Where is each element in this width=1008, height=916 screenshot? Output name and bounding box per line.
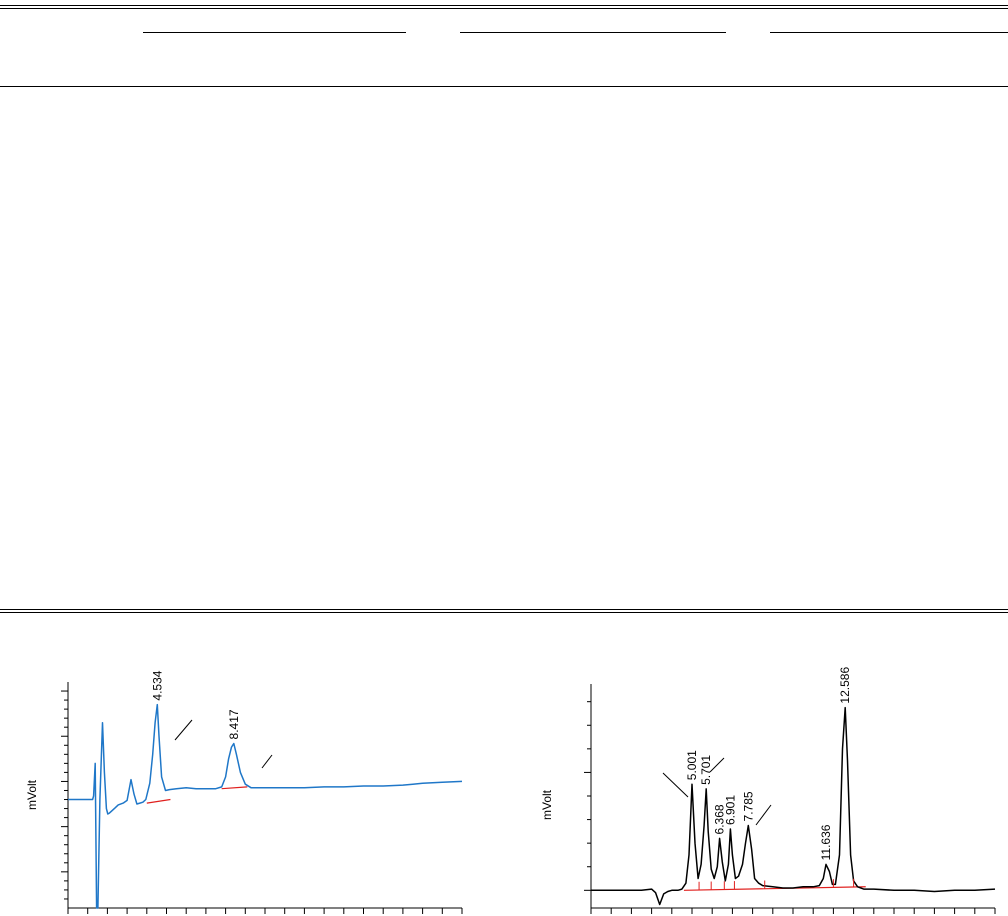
peak-leader-line — [261, 754, 273, 769]
table-bottom-rule-2 — [0, 612, 1008, 613]
peak-leader-line — [174, 719, 193, 741]
peak-leader-line — [755, 804, 772, 826]
column-group-rule-1 — [143, 32, 406, 33]
peak-label: 4.534 — [150, 670, 164, 700]
table-body — [0, 87, 1008, 607]
peak-label: 12.586 — [838, 667, 852, 704]
baseline-segment — [146, 798, 171, 804]
peak-label: 5.001 — [685, 750, 699, 780]
baseline-segment — [221, 786, 248, 790]
peak-label: 5.701 — [699, 755, 713, 785]
peak-label: 11.636 — [819, 824, 833, 860]
table-top-rule-2 — [0, 8, 1008, 9]
peak-label: 6.901 — [723, 795, 737, 825]
y-axis-label: mVolt — [540, 789, 554, 820]
column-group-rule-2 — [460, 32, 726, 33]
y-axis-label: mVolt — [25, 779, 39, 810]
series-line — [591, 706, 996, 906]
chromatogram-left: mVolt 4.534 8.417 — [25, 670, 463, 914]
peak-label: 8.417 — [227, 709, 241, 739]
series-line — [68, 703, 463, 909]
peak-label: 7.785 — [741, 791, 755, 821]
column-group-rule-3 — [770, 32, 1008, 33]
table-top-rule — [0, 5, 1008, 6]
chromatogram-right: mVolt5.001 5.7016.3686.901 7.78511.63612.5… — [540, 667, 996, 914]
table-bottom-rule — [0, 609, 1008, 610]
